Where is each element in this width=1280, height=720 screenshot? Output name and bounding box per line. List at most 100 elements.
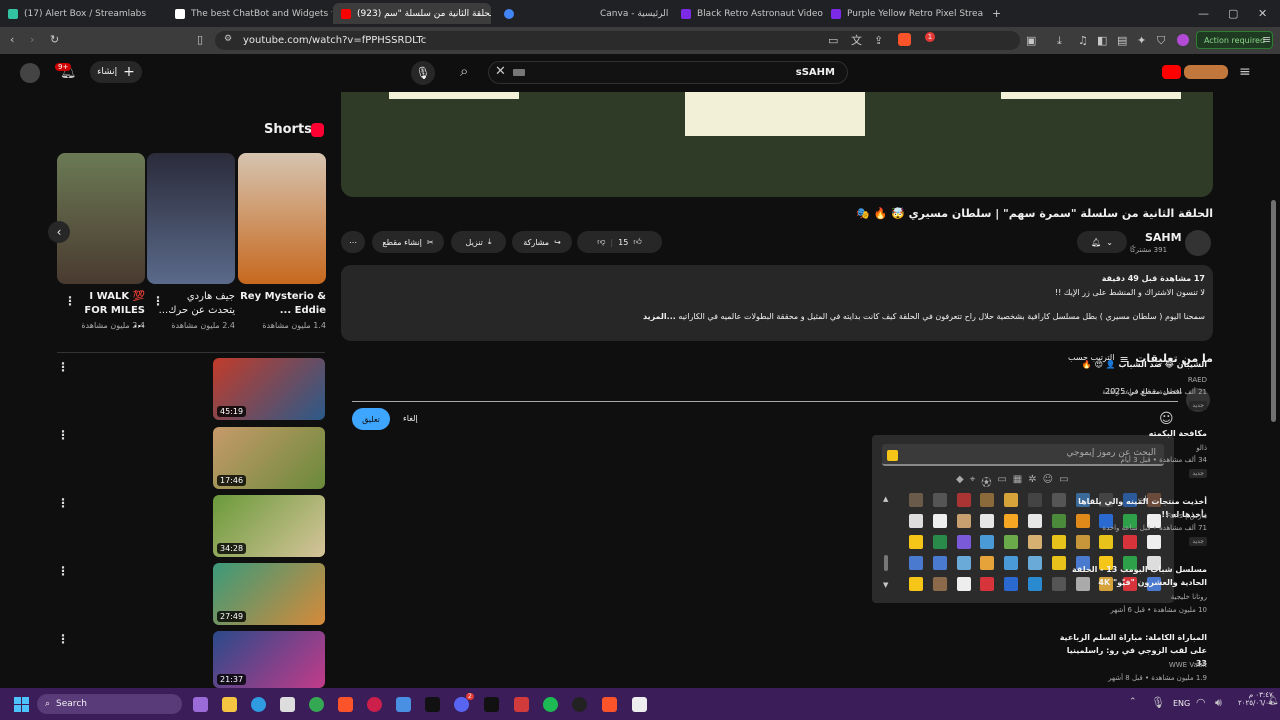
emoji-item[interactable]: [1004, 556, 1019, 570]
description-box[interactable]: 17 مشاهدة قبل 49 دقيقة لا تنسون الاشتراك…: [341, 265, 1213, 341]
emoji-item[interactable]: [908, 493, 923, 507]
video-thumbnail[interactable]: 27:49: [213, 563, 325, 625]
sports-icon[interactable]: ⚽︎: [981, 474, 991, 489]
scroll-down-icon[interactable]: ▼: [883, 582, 888, 589]
rec-title[interactable]: الشيبان 😂 ضد الشباب 👤 😍 🔥: [1057, 358, 1207, 371]
comment-cancel-button[interactable]: إلغاء: [403, 414, 418, 423]
youtube-logo-icon[interactable]: [1162, 65, 1181, 79]
comment-submit-button[interactable]: تعليق: [352, 408, 390, 430]
scroll-up-icon[interactable]: ▲: [883, 496, 888, 503]
edge-icon[interactable]: [251, 697, 266, 712]
rec-title[interactable]: مكافحة البكمته: [1057, 427, 1207, 440]
symbols-icon[interactable]: ◆: [956, 474, 964, 489]
short-thumbnail[interactable]: [238, 153, 326, 284]
tab-streamlabs[interactable]: (17) Alert Box / Streamlabs: [0, 3, 165, 24]
tab-canva-astronaut[interactable]: Black Retro Astronaut Video - فيديو ع: [673, 3, 823, 24]
maximize-icon[interactable]: ▢: [1228, 8, 1238, 19]
emoji-picker-icon[interactable]: ☺: [1159, 412, 1174, 426]
bookmark-icon[interactable]: ▯: [197, 34, 203, 45]
copilot-icon[interactable]: [193, 697, 208, 712]
tab-blank[interactable]: [496, 3, 586, 24]
music-icon[interactable]: ♫: [1078, 35, 1088, 46]
hamburger-menu-icon[interactable]: ≡: [1239, 65, 1251, 79]
download-icon[interactable]: ⤓: [1057, 35, 1062, 46]
close-window-icon[interactable]: ✕: [1258, 8, 1267, 19]
short-title[interactable]: Rey Mysterio & Eddie ...: [238, 290, 326, 318]
site-info-icon[interactable]: ⚙: [224, 35, 232, 44]
avatar[interactable]: [20, 63, 40, 83]
emoji-item[interactable]: [1027, 493, 1042, 507]
notifications-icon[interactable]: 🔔︎: [1267, 697, 1278, 706]
emoji-item[interactable]: [980, 535, 995, 549]
smiley-icon[interactable]: ☺: [1043, 474, 1053, 489]
vpn-icon[interactable]: ⛉: [1157, 35, 1165, 46]
store-icon[interactable]: [280, 697, 295, 712]
emoji-item[interactable]: [956, 514, 971, 528]
share-button[interactable]: مشاركة ↪: [512, 231, 572, 253]
taskbar-search[interactable]: ⌕ Search: [37, 694, 182, 714]
video-player[interactable]: [341, 92, 1213, 197]
short-thumbnail[interactable]: [57, 153, 145, 284]
more-icon[interactable]: ⋮: [57, 497, 69, 509]
emoji-item[interactable]: [980, 577, 995, 591]
new-tab-button[interactable]: +: [992, 8, 1001, 19]
emoji-item[interactable]: [932, 514, 947, 528]
more-icon[interactable]: ⋮: [57, 429, 69, 441]
emoji-item[interactable]: [1027, 514, 1042, 528]
translate-icon[interactable]: 文: [851, 35, 862, 46]
travel-icon[interactable]: ▭: [997, 474, 1006, 489]
emoji-item[interactable]: [956, 493, 971, 507]
wallet-icon[interactable]: ▤: [1117, 35, 1127, 46]
emoji-item[interactable]: [1123, 535, 1138, 549]
screenshot-icon[interactable]: ▣: [1026, 35, 1036, 46]
emoji-item[interactable]: [1147, 535, 1162, 549]
video-thumbnail[interactable]: 45:19: [213, 358, 325, 420]
brave-icon[interactable]: [898, 33, 911, 46]
emoji-item[interactable]: [980, 493, 995, 507]
emoji-item[interactable]: [908, 556, 923, 570]
create-button[interactable]: إنشاء +: [90, 61, 142, 83]
more-actions-button[interactable]: ⋯: [341, 231, 365, 253]
language-indicator[interactable]: ENG: [1173, 699, 1190, 708]
minimize-icon[interactable]: —: [1198, 8, 1209, 19]
menu-icon[interactable]: ≡: [1262, 34, 1271, 45]
more-icon[interactable]: ⋮: [152, 295, 164, 307]
short-title[interactable]: جيف هاردي يتحدث عن حرك...: [157, 290, 235, 318]
app-icon[interactable]: [514, 697, 529, 712]
emoji-item[interactable]: [908, 535, 923, 549]
emoji-item[interactable]: [956, 535, 971, 549]
video-thumbnail[interactable]: 21:37: [213, 631, 325, 688]
emoji-item[interactable]: [980, 514, 995, 528]
rec-channel[interactable]: RAED: [1188, 374, 1207, 386]
video-thumbnail[interactable]: 34:28: [213, 495, 325, 557]
rec-title[interactable]: مسلسل شباب البومب 13 - الحلقة الحادية وا…: [1057, 563, 1207, 589]
search-button[interactable]: ⌕: [460, 64, 468, 79]
more-icon[interactable]: ⋮: [57, 633, 69, 645]
subscribed-button[interactable]: 🔔︎ ⌄: [1077, 231, 1127, 253]
emoji-item[interactable]: [980, 556, 995, 570]
emoji-item[interactable]: [1051, 535, 1066, 549]
photos-icon[interactable]: [396, 697, 411, 712]
emoji-item[interactable]: [1075, 535, 1090, 549]
volume-icon[interactable]: 🔊︎: [1215, 697, 1222, 708]
cast-icon[interactable]: ▭: [828, 35, 838, 46]
sidebar-icon[interactable]: ◧: [1097, 35, 1107, 46]
windows-start-icon[interactable]: [14, 697, 29, 712]
more-icon[interactable]: ⋮: [57, 361, 69, 373]
emoji-item[interactable]: [956, 556, 971, 570]
file-explorer-icon[interactable]: [222, 697, 237, 712]
like-icon[interactable]: 👍︎: [633, 237, 641, 247]
clip-button[interactable]: إنشاء مقطع ✂: [372, 231, 444, 253]
rec-channel[interactable]: ذالو: [1196, 442, 1207, 454]
rewards-badge[interactable]: 1: [925, 32, 935, 42]
tab-canva[interactable]: Canva - الرئيسية: [592, 3, 672, 24]
forward-icon[interactable]: ›: [30, 34, 34, 45]
clear-search-icon[interactable]: ✕: [495, 65, 506, 78]
more-icon[interactable]: ⋮: [57, 565, 69, 577]
tab-chatbot[interactable]: The best ChatBot and Widgets for Kic: [167, 3, 332, 24]
emoji-item[interactable]: [1004, 535, 1019, 549]
reload-icon[interactable]: ↻: [50, 34, 59, 45]
dislike-icon[interactable]: 👎︎: [597, 237, 605, 247]
emoji-item[interactable]: [1004, 493, 1019, 507]
emoji-scrollbar[interactable]: [884, 555, 888, 571]
